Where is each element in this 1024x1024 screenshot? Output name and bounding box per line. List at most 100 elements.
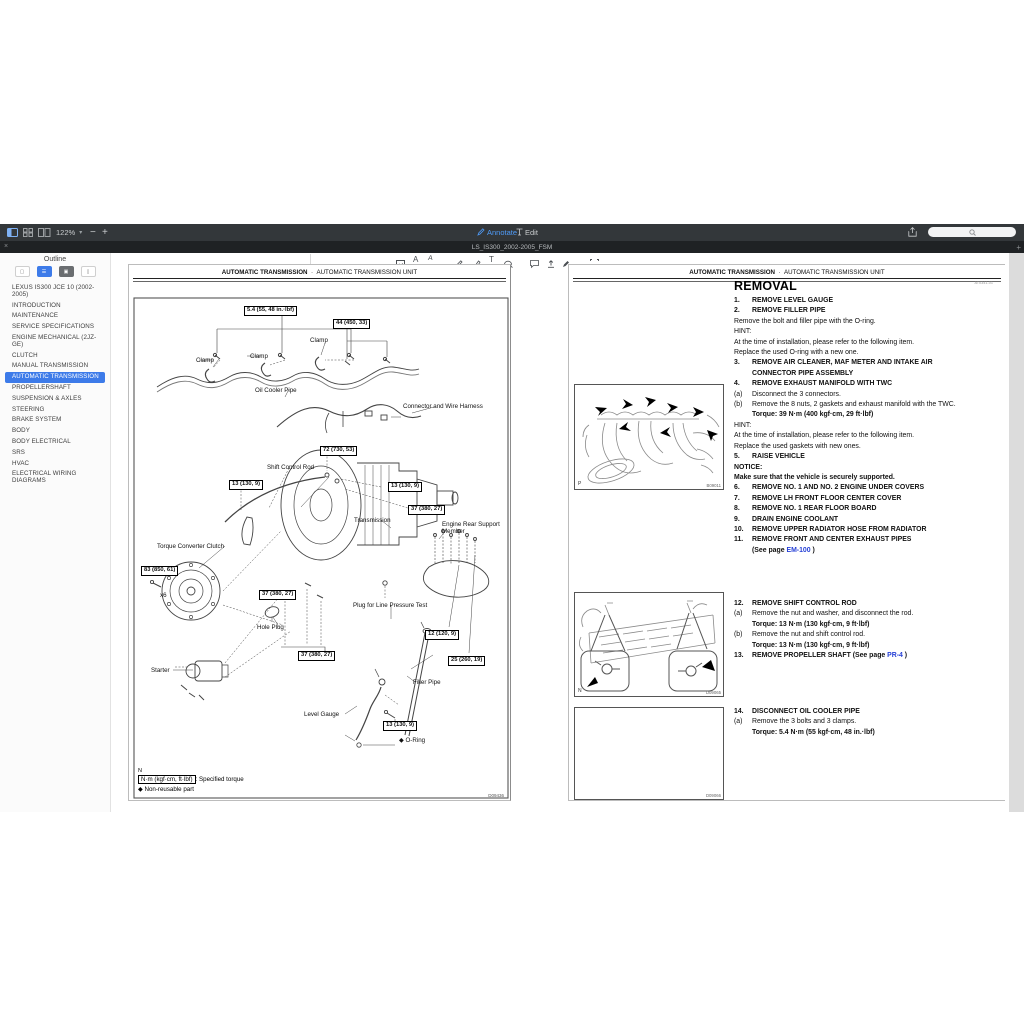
main-toolbar: 122% ▾ − + Annotate Edit: [0, 224, 1024, 241]
sidebar-item[interactable]: SRS: [5, 448, 105, 459]
step-line: 9. DRAIN ENGINE COOLANT: [734, 515, 978, 525]
thumbnails-tab-icon[interactable]: ▢: [15, 266, 30, 277]
sidebar-item[interactable]: HVAC: [5, 459, 105, 470]
sidebar-item[interactable]: ELECTRICAL WIRING DIAGRAMS: [5, 469, 105, 487]
section-title: REMOVAL: [734, 279, 797, 293]
zoom-out-button[interactable]: −: [90, 226, 96, 238]
text-cursor-icon: [516, 228, 523, 236]
annotate-button[interactable]: Annotate: [477, 226, 517, 238]
sidebar-item[interactable]: BODY: [5, 426, 105, 437]
step-line: (a) Remove the nut and washer, and disco…: [734, 609, 978, 619]
step-line: (b) Remove the 8 nuts, 2 gaskets and exh…: [734, 400, 978, 410]
diagram-label: 12 (120, 9): [425, 630, 459, 640]
page-left: AUTOMATIC TRANSMISSION · AUTOMATIC TRANS…: [128, 264, 511, 801]
step-line: Replace the used O-ring with a new one.: [734, 348, 978, 358]
search-input[interactable]: [928, 227, 1016, 237]
step-line: Torque: 13 N·m (130 kgf·cm, 9 ft·lbf): [734, 641, 978, 651]
edit-button[interactable]: Edit: [516, 226, 538, 238]
step-line: 7. REMOVE LH FRONT FLOOR CENTER COVER: [734, 494, 978, 504]
share-button[interactable]: [908, 226, 917, 238]
sidebar-item[interactable]: LEXUS IS300 JCE 10 (2002-2005): [5, 283, 105, 301]
sidebar-item[interactable]: MANUAL TRANSMISSION: [5, 361, 105, 372]
outline-list: LEXUS IS300 JCE 10 (2002-2005)INTRODUCTI…: [0, 283, 110, 487]
diagram-label: Torque Converter Clutch: [157, 543, 224, 550]
outline-tab-icon[interactable]: ☰: [37, 266, 52, 277]
steps-group-a: 1. REMOVE LEVEL GAUGE 2. REMOVE FILLER P…: [734, 296, 978, 556]
font-style-button[interactable]: A: [428, 255, 434, 262]
step-line: 11. REMOVE FRONT AND CENTER EXHAUST PIPE…: [734, 535, 978, 545]
sidebar-item[interactable]: MAINTENANCE: [5, 311, 105, 322]
step-line: 13. REMOVE PROPELLER SHAFT (See page PR-…: [734, 651, 978, 661]
diagram-label: 13 (130, 9): [383, 721, 417, 731]
bookmarks-tab-icon[interactable]: ▯: [81, 266, 96, 277]
diagram-label: Connector and Wire Harness: [403, 403, 485, 410]
diagram-label: Hole Plug: [257, 624, 284, 631]
font-large-button[interactable]: A: [413, 255, 418, 264]
toolbar-separator: [310, 254, 311, 264]
step-line: 10. REMOVE UPPER RADIATOR HOSE FROM RADI…: [734, 525, 978, 535]
step-line: Remove the bolt and filler pipe with the…: [734, 317, 978, 327]
tab-add-button[interactable]: +: [1016, 243, 1021, 252]
diagram-label: Level Gauge: [304, 711, 339, 718]
page-reference-link[interactable]: PR-4: [887, 652, 903, 659]
step-line: 5. RAISE VEHICLE: [734, 452, 978, 462]
diagram-label: Starter: [151, 667, 170, 674]
diagram-label: Engine Rear Support Member: [442, 521, 512, 535]
transmission-diagram: 5.4 (55, 48 in.·lbf)44 (450, 33)72 (730,…: [129, 265, 512, 802]
sidebar-item[interactable]: AUTOMATIC TRANSMISSION: [5, 372, 105, 383]
sidebar-tabs: ▢ ☰ ▣ ▯: [0, 266, 110, 277]
step-line: 1. REMOVE LEVEL GAUGE: [734, 296, 978, 306]
zoom-level-dropdown[interactable]: 122% ▾: [56, 226, 82, 238]
vertical-scrollbar[interactable]: [1009, 253, 1024, 812]
diagram-label: 37 (380, 27): [298, 651, 335, 661]
page-right: AUTOMATIC TRANSMISSION · AUTOMATIC TRANS…: [568, 264, 1005, 801]
signature-icon: [547, 260, 555, 268]
diagram-label: 44 (450, 33): [333, 319, 370, 329]
sidebar-toggle-button[interactable]: [7, 226, 18, 238]
figure-letter: N: [578, 688, 582, 694]
document-tab[interactable]: LS_IS300_2002-2005_FSM: [0, 244, 1024, 251]
figure-code: D09065: [706, 690, 721, 695]
zoom-in-button[interactable]: +: [102, 226, 108, 238]
step-line: NOTICE:: [734, 463, 978, 473]
two-page-view-button[interactable]: [38, 226, 51, 238]
annotations-tab-icon[interactable]: ▣: [59, 266, 74, 277]
diagram-label: 13 (130, 9): [229, 480, 263, 490]
figure-line-art: [575, 593, 723, 696]
pencil-icon: [477, 228, 485, 236]
sidebar-icon: [7, 228, 18, 237]
figure-line-art: [575, 385, 723, 489]
grid-icon: [23, 228, 33, 237]
sidebar-item[interactable]: PROPELLERSHAFT: [5, 383, 105, 394]
diagram-label: 13 (130, 9): [388, 482, 422, 492]
step-line: (a) Disconnect the 3 connectors.: [734, 390, 978, 400]
sidebar-item[interactable]: INTRODUCTION: [5, 301, 105, 312]
diagram-label: 5.4 (55, 48 in.·lbf): [244, 306, 297, 316]
tab-bar: × LS_IS300_2002-2005_FSM +: [0, 241, 1024, 253]
sidebar-item[interactable]: BODY ELECTRICAL: [5, 437, 105, 448]
sidebar-item[interactable]: STEERING: [5, 405, 105, 416]
chevron-down-icon: ▾: [79, 229, 82, 236]
step-line: Torque: 13 N·m (130 kgf·cm, 9 ft·lbf): [734, 620, 978, 630]
diagram-label: Clamp: [196, 357, 214, 364]
text-tool-button[interactable]: T: [489, 255, 494, 264]
diagram-label: Transmission: [354, 517, 391, 524]
signature-tool-button[interactable]: [547, 255, 555, 273]
non-reusable-legend: ◆ Non-reusable part: [138, 786, 194, 793]
step-line: 14. DISCONNECT OIL COOLER PIPE: [734, 707, 978, 717]
step-line: At the time of installation, please refe…: [734, 338, 978, 348]
sidebar-item[interactable]: SERVICE SPECIFICATIONS: [5, 322, 105, 333]
sidebar-item[interactable]: ENGINE MECHANICAL (2JZ-GE): [5, 333, 105, 351]
page-reference-link[interactable]: EM-100: [786, 547, 810, 554]
step-line: 2. REMOVE FILLER PIPE: [734, 306, 978, 316]
figure-shift-control-rod: N D09065: [574, 592, 724, 697]
comment-tool-button[interactable]: [530, 255, 539, 273]
thumbnail-grid-button[interactable]: [23, 226, 33, 238]
step-line: Torque: 5.4 N·m (55 kgf·cm, 48 in.·lbf): [734, 728, 978, 738]
speech-bubble-icon: [530, 260, 539, 268]
sidebar-item[interactable]: CLUTCH: [5, 351, 105, 362]
sidebar-item[interactable]: BRAKE SYSTEM: [5, 415, 105, 426]
search-icon: [969, 229, 976, 236]
diagram-label: x6: [160, 592, 167, 599]
sidebar-item[interactable]: SUSPENSION & AXLES: [5, 394, 105, 405]
